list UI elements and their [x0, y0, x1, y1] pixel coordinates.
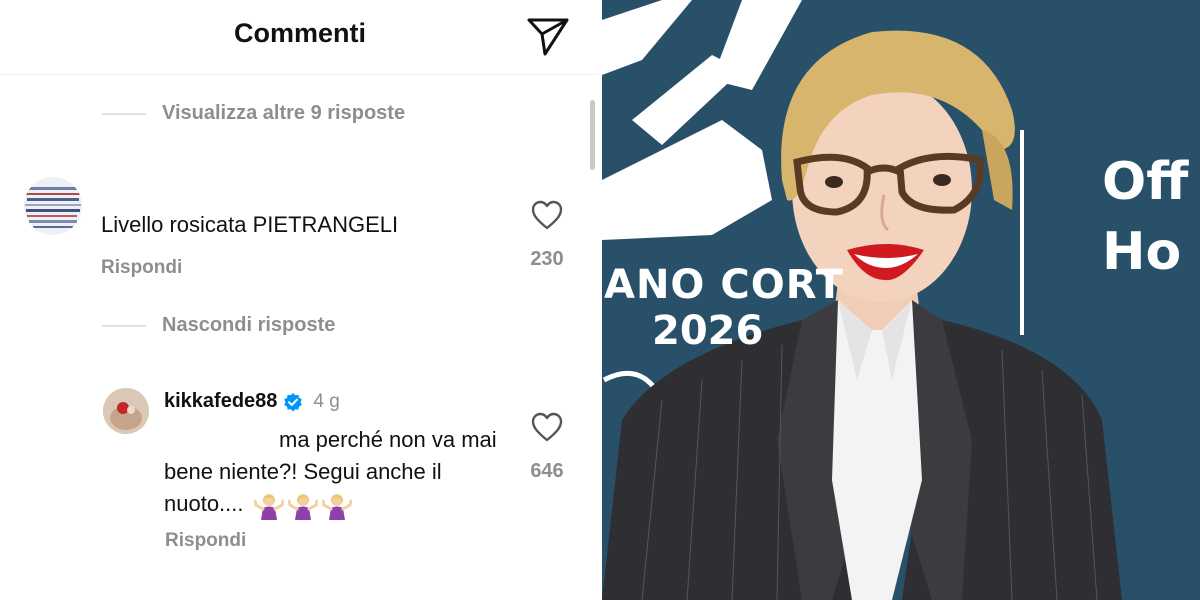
view-more-replies-label: Visualizza altre 9 risposte: [162, 102, 406, 124]
backdrop-year: 2026: [652, 308, 764, 354]
woman-shrugging-emoji-icon: [321, 494, 352, 521]
woman-shrugging-emoji-icon: [253, 494, 284, 521]
username[interactable]: kikkafede88: [164, 390, 277, 413]
backdrop-text: Off: [1102, 152, 1189, 212]
paper-plane-icon[interactable]: [525, 12, 571, 58]
like-count: 646: [530, 460, 564, 482]
scrollbar[interactable]: [590, 100, 595, 170]
reply-button[interactable]: Rispondi: [101, 257, 182, 279]
reply-button[interactable]: Rispondi: [165, 530, 246, 552]
woman-shrugging-emoji-icon: [287, 494, 318, 521]
emoji-group: [250, 488, 352, 521]
avatar[interactable]: [24, 177, 82, 235]
avatar-image: [24, 177, 82, 235]
comment-time: 4 g: [313, 390, 340, 412]
comments-panel: Commenti Visualizza altre 9 risposte Liv…: [0, 0, 598, 600]
hide-replies-label: Nascondi risposte: [162, 314, 336, 336]
hide-replies-button[interactable]: Nascondi risposte: [102, 314, 335, 337]
heart-icon[interactable]: [530, 411, 564, 443]
page-title: Commenti: [233, 18, 366, 48]
thread-line: [102, 112, 146, 115]
avatar[interactable]: [103, 388, 149, 434]
backdrop-text: ANO CORT: [604, 262, 845, 308]
heart-icon[interactable]: [530, 199, 564, 231]
view-more-replies-button[interactable]: Visualizza altre 9 risposte: [102, 102, 405, 125]
comment-text: Livello rosicata PIETRANGELI: [101, 212, 399, 237]
backdrop-text: Ho: [1102, 222, 1182, 282]
like-count: 230: [530, 248, 564, 270]
comment-author-row: kikkafede88 4 g: [164, 390, 340, 413]
news-photo: ANO CORT 2026 Off Ho: [602, 0, 1200, 600]
verified-badge-icon: [284, 392, 303, 411]
avatar-image: [103, 388, 149, 434]
comments-header: Commenti: [0, 0, 598, 75]
comment-text: ma perché non va mai bene niente?! Segui…: [164, 424, 509, 521]
thread-line: [102, 324, 146, 327]
